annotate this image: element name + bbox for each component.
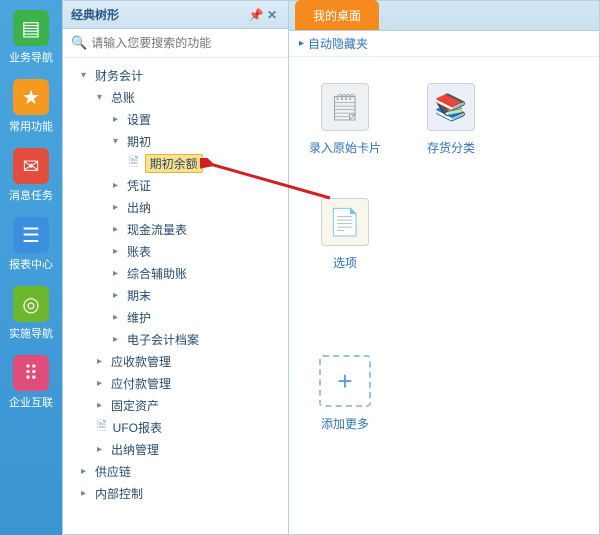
tree-node-opening-balance[interactable]: 🗎 期初余额	[71, 152, 284, 174]
chevron-right-icon: ▸	[299, 38, 304, 49]
tree-node-settings[interactable]: 设置	[71, 108, 284, 130]
star-icon: ★	[13, 79, 49, 115]
tile-label: 录入原始卡片	[309, 139, 381, 156]
document-icon: 🗎	[97, 417, 107, 438]
nav-report[interactable]: ☰ 报表中心	[6, 217, 56, 272]
nav-label: 常用功能	[9, 118, 53, 134]
tree-header: 经典树形 📌 ✕	[63, 1, 288, 29]
tab-strip: 我的桌面	[289, 1, 599, 31]
tile-label: 存货分类	[427, 139, 475, 156]
tab-desktop[interactable]: 我的桌面	[295, 0, 379, 30]
tree-node-fa[interactable]: 固定资产	[71, 394, 284, 416]
plus-icon: +	[319, 355, 371, 407]
nav-business[interactable]: ▤ 业务导航	[6, 10, 56, 65]
tree-node-gl[interactable]: 总账	[71, 86, 284, 108]
nav-common[interactable]: ★ 常用功能	[6, 79, 56, 134]
nav-label: 报表中心	[9, 256, 53, 272]
favorites-bar[interactable]: ▸ 自动隐藏夹	[289, 31, 599, 57]
search-input[interactable]	[91, 36, 280, 50]
nav-label: 消息任务	[9, 187, 53, 203]
search-icon: 🔍	[71, 35, 87, 51]
grid-icon: ▤	[13, 10, 49, 46]
tree-node-maintain[interactable]: 维护	[71, 306, 284, 328]
tree-node-books[interactable]: 账表	[71, 240, 284, 262]
nav-label: 企业互联	[9, 394, 53, 410]
report-icon: ☰	[13, 217, 49, 253]
pin-icon[interactable]: 📌	[248, 8, 264, 22]
workspace: 我的桌面 ▸ 自动隐藏夹 🗒 录入原始卡片 📚 存货分类 📄 选项 + 添加更多	[289, 0, 600, 535]
paper-star-icon: 📄	[321, 198, 369, 246]
tile-orig-card[interactable]: 🗒 录入原始卡片	[313, 83, 377, 156]
nav-label: 实施导航	[9, 325, 53, 341]
tile-options[interactable]: 📄 选项	[313, 198, 377, 271]
tree-node-cashier[interactable]: 出纳	[71, 196, 284, 218]
tree-node-period-end[interactable]: 期末	[71, 284, 284, 306]
tree-node-cashflow[interactable]: 现金流量表	[71, 218, 284, 240]
tree-node-finance[interactable]: 财务会计	[71, 64, 284, 86]
highlighted-item: 期初余额	[145, 154, 203, 173]
tree-node-aux[interactable]: 综合辅助账	[71, 262, 284, 284]
tree-title: 经典树形	[71, 6, 119, 23]
tree-node-ap[interactable]: 应付款管理	[71, 372, 284, 394]
tree-node-supply[interactable]: 供应链	[71, 460, 284, 482]
nav-connect[interactable]: ⠿ 企业互联	[6, 355, 56, 410]
tree-node-ufo[interactable]: 🗎UFO报表	[71, 416, 284, 438]
message-icon: ✉	[13, 148, 49, 184]
tree-node-opening[interactable]: 期初	[71, 130, 284, 152]
compass-icon: ◎	[13, 286, 49, 322]
tree-node-internal[interactable]: 内部控制	[71, 482, 284, 504]
tree-node-earchive[interactable]: 电子会计档案	[71, 328, 284, 350]
tile-label: 选项	[333, 254, 357, 271]
document-icon: 🗒	[321, 83, 369, 131]
tree: 财务会计 总账 设置 期初 🗎 期初余额 凭证 出纳 现金流量表 账表 综合辅助账…	[63, 58, 288, 534]
document-icon: 🗎	[129, 153, 139, 174]
tree-node-ar[interactable]: 应收款管理	[71, 350, 284, 372]
search-row: 🔍	[63, 29, 288, 58]
books-icon: 📚	[427, 83, 475, 131]
tile-add-more[interactable]: + 添加更多	[313, 355, 377, 432]
favorites-label: 自动隐藏夹	[308, 35, 368, 52]
nav-label: 业务导航	[9, 49, 53, 65]
left-nav: ▤ 业务导航 ★ 常用功能 ✉ 消息任务 ☰ 报表中心 ◎ 实施导航 ⠿ 企业互…	[0, 0, 62, 535]
tree-panel: 经典树形 📌 ✕ 🔍 财务会计 总账 设置 期初 🗎 期初余额 凭证 出纳 现金流…	[62, 0, 289, 535]
apps-icon: ⠿	[13, 355, 49, 391]
nav-impl[interactable]: ◎ 实施导航	[6, 286, 56, 341]
tree-node-cashier-mgmt[interactable]: 出纳管理	[71, 438, 284, 460]
tiles-grid: 🗒 录入原始卡片 📚 存货分类 📄 选项 + 添加更多	[289, 57, 599, 458]
tile-label: 添加更多	[321, 415, 369, 432]
nav-message[interactable]: ✉ 消息任务	[6, 148, 56, 203]
close-icon[interactable]: ✕	[264, 8, 280, 22]
tile-stock-class[interactable]: 📚 存货分类	[419, 83, 483, 156]
tree-node-voucher[interactable]: 凭证	[71, 174, 284, 196]
